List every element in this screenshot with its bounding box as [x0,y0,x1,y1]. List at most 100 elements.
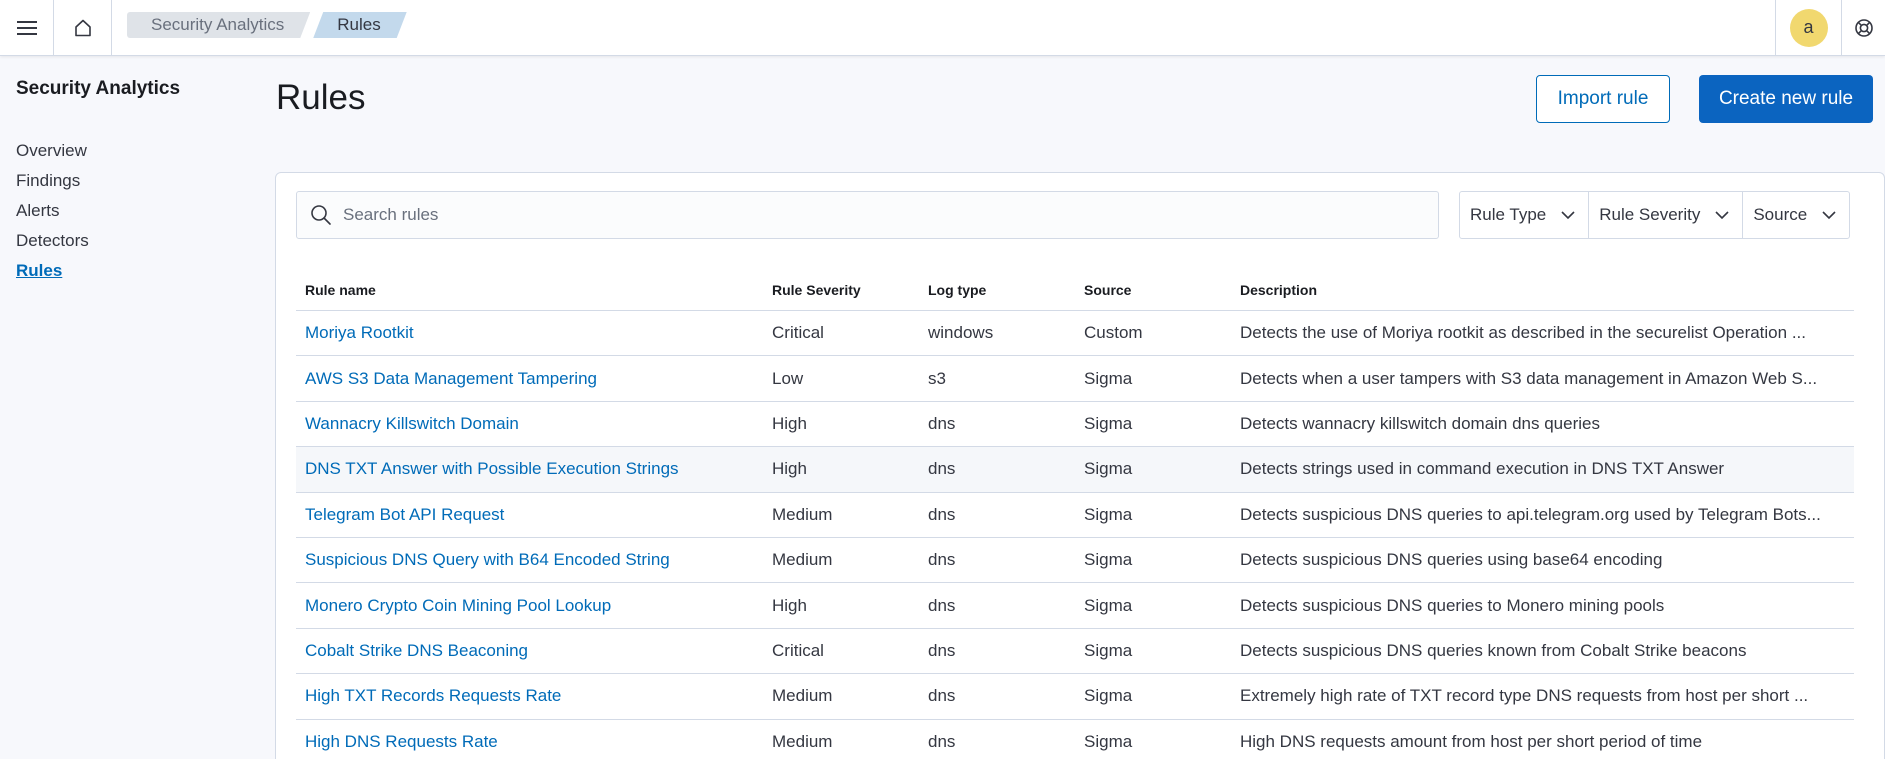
filter-rule-severity[interactable]: Rule Severity [1589,192,1744,238]
rule-name-link[interactable]: High TXT Records Requests Rate [296,686,763,706]
filter-rule-type[interactable]: Rule Type [1460,192,1590,238]
rule-severity-cell: Low [772,368,804,388]
help-button[interactable] [1841,0,1885,55]
rule-name-link[interactable]: DNS TXT Answer with Possible Execution S… [296,459,763,479]
search-input[interactable] [343,205,1423,225]
filter-rule-type-label: Rule Type [1470,205,1547,224]
log-type-cell: dns [928,731,956,751]
filter-source[interactable]: Source [1743,192,1849,238]
log-type-cell: dns [928,413,956,433]
column-header-rule-severity[interactable]: Rule Severity [763,282,919,298]
rule-name-link[interactable]: Wannacry Killswitch Domain [296,414,763,434]
column-header-log-type[interactable]: Log type [919,282,1075,298]
description-cell: Detects suspicious DNS queries to api.te… [1240,504,1821,524]
log-type-cell: dns [928,686,956,706]
rule-name-text[interactable]: AWS S3 Data Management Tampering [305,369,597,388]
chevron-down-icon [1561,211,1575,220]
rule-severity-cell: High [772,595,807,615]
table-row[interactable]: Moriya Rootkit Critical windows Custom Detec… [296,311,1854,357]
sidebar-item-overview[interactable]: Overview [16,136,89,166]
sidebar-item-findings[interactable]: Findings [16,166,89,196]
avatar: a [1789,8,1828,47]
breadcrumb: Security Analytics Rules [127,12,407,38]
log-type-cell: dns [928,504,956,524]
page-title: Rules [276,78,366,117]
rule-name-link[interactable]: Moriya Rootkit [296,323,763,343]
top-header: Security Analytics Rules a [0,0,1885,56]
source-cell: Sigma [1084,459,1133,479]
table-body: Moriya Rootkit Critical windows Custom Detec… [296,311,1854,759]
description-cell: Detects when a user tampers with S3 data… [1240,368,1818,388]
home-button[interactable] [54,0,112,55]
user-menu-button[interactable]: a [1775,0,1841,55]
sidebar-item-rules[interactable]: Rules [16,256,89,286]
search-box [296,191,1439,239]
rule-severity-cell: High [772,413,807,433]
description-cell: Detects strings used in command executio… [1240,459,1725,479]
source-cell: Sigma [1084,686,1133,706]
rule-name-link[interactable]: Telegram Bot API Request [296,505,763,525]
description-cell: Detects suspicious DNS queries known fro… [1240,640,1747,660]
rule-name-text[interactable]: Telegram Bot API Request [305,505,504,524]
rule-name-text[interactable]: Cobalt Strike DNS Beaconing [305,641,528,660]
sidebar-nav: Overview Findings Alerts Detectors Rules [16,136,89,286]
source-cell: Sigma [1084,595,1133,615]
breadcrumb-security-analytics[interactable]: Security Analytics [127,12,310,38]
log-type-cell: s3 [928,368,946,388]
rule-name-text[interactable]: Suspicious DNS Query with B64 Encoded St… [305,550,670,569]
table-row[interactable]: Cobalt Strike DNS Beaconing Critical dns Si… [296,629,1854,675]
description-cell: Extremely high rate of TXT record type D… [1240,686,1809,706]
rule-name-link[interactable]: AWS S3 Data Management Tampering [296,369,763,389]
sidebar-title: Security Analytics [16,78,181,99]
description-cell: Detects suspicious DNS queries using bas… [1240,550,1663,570]
rule-name-link[interactable]: Monero Crypto Coin Mining Pool Lookup [296,596,763,616]
rule-name-link[interactable]: High DNS Requests Rate [296,732,763,752]
description-cell: Detects the use of Moriya rootkit as des… [1240,323,1806,343]
help-lifebuoy-icon [1854,18,1873,37]
home-icon [74,19,91,36]
rule-severity-cell: Critical [772,323,824,343]
sidebar-item-alerts[interactable]: Alerts [16,196,89,226]
rule-severity-cell: Medium [772,504,833,524]
create-new-rule-button[interactable]: Create new rule [1699,75,1873,123]
source-cell: Sigma [1084,550,1133,570]
rule-name-text[interactable]: Monero Crypto Coin Mining Pool Lookup [305,596,611,615]
rule-severity-cell: Medium [772,731,833,751]
rule-name-text[interactable]: High TXT Records Requests Rate [305,686,561,705]
source-cell: Sigma [1084,640,1133,660]
rule-name-text[interactable]: High DNS Requests Rate [305,732,498,751]
rule-name-link[interactable]: Cobalt Strike DNS Beaconing [296,641,763,661]
rule-severity-cell: Medium [772,550,833,570]
column-header-description[interactable]: Description [1231,282,1854,298]
log-type-cell: windows [928,323,994,343]
table-row[interactable]: AWS S3 Data Management Tampering Low s3 Sig… [296,356,1854,402]
filter-rule-severity-label: Rule Severity [1599,205,1701,224]
import-rule-button[interactable]: Import rule [1536,75,1670,123]
table-row[interactable]: High DNS Requests Rate Medium dns Sigma High… [296,720,1854,759]
table-row[interactable]: DNS TXT Answer with Possible Execution S… [296,447,1854,493]
chevron-down-icon [1822,211,1836,220]
column-header-rule-name[interactable]: Rule name [296,282,763,298]
rules-table: Rule name Rule Severity Log type Source … [296,270,1854,759]
table-row[interactable]: Telegram Bot API Request Medium dns Sigma De… [296,493,1854,538]
filter-source-label: Source [1753,205,1808,224]
rule-name-text[interactable]: DNS TXT Answer with Possible Execution S… [305,459,679,478]
description-cell: High DNS requests amount from host per s… [1240,731,1703,751]
rule-name-text[interactable]: Moriya Rootkit [305,323,414,342]
table-row[interactable]: Suspicious DNS Query with B64 Encoded St… [296,538,1854,584]
log-type-cell: dns [928,550,956,570]
rule-name-text[interactable]: Wannacry Killswitch Domain [305,414,519,433]
rule-name-link[interactable]: Suspicious DNS Query with B64 Encoded St… [296,550,763,570]
column-header-source[interactable]: Source [1075,282,1231,298]
table-row[interactable]: Wannacry Killswitch Domain High dns Sigma De… [296,402,1854,448]
table-row[interactable]: Monero Crypto Coin Mining Pool Lookup Hig… [296,583,1854,629]
source-cell: Custom [1084,323,1143,343]
source-cell: Sigma [1084,504,1133,524]
menu-button[interactable] [0,0,54,55]
search-icon [309,203,333,227]
sidebar-item-detectors[interactable]: Detectors [16,226,89,256]
description-cell: Detects suspicious DNS queries to Monero… [1240,595,1665,615]
source-cell: Sigma [1084,413,1133,433]
breadcrumb-rules: Rules [313,12,406,38]
table-row[interactable]: High TXT Records Requests Rate Medium dns S… [296,674,1854,720]
